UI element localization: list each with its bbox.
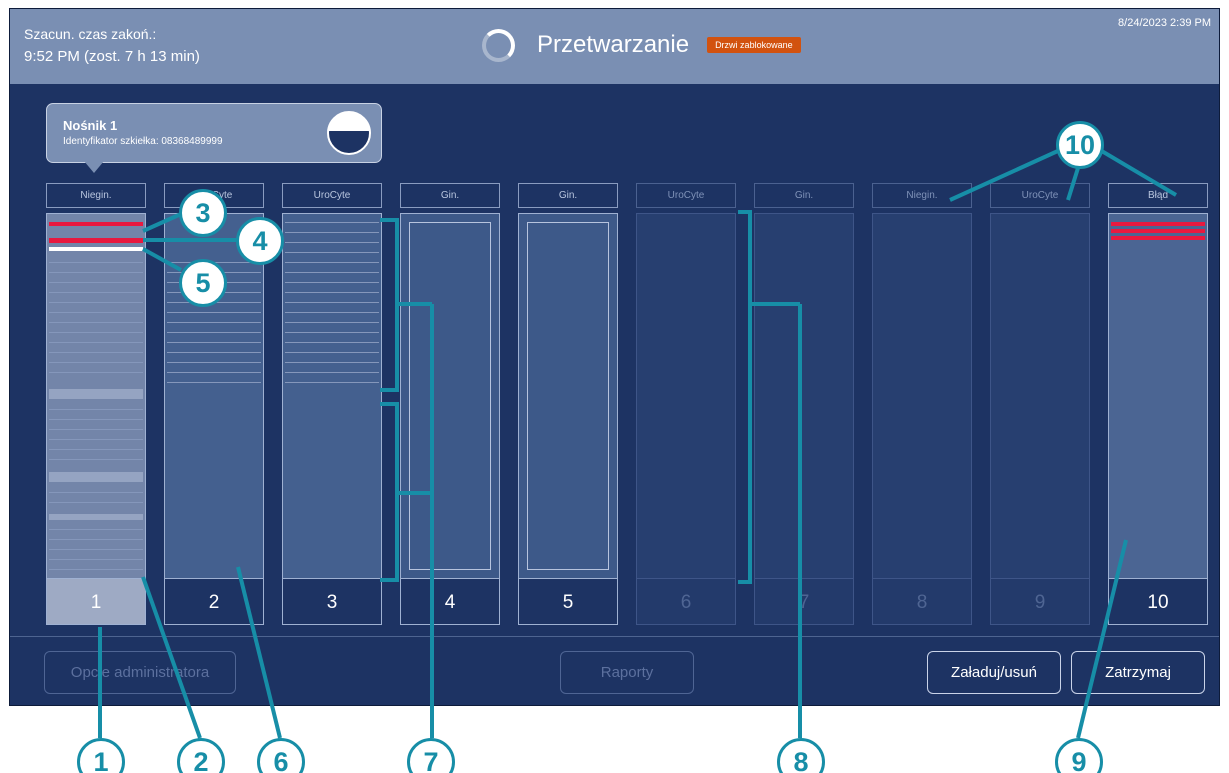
callout-10: 10 [1056, 121, 1104, 169]
callout-5: 5 [179, 259, 227, 307]
callout-4: 4 [236, 217, 284, 265]
callout-lines [98, 148, 1178, 739]
callout-3: 3 [179, 189, 227, 237]
